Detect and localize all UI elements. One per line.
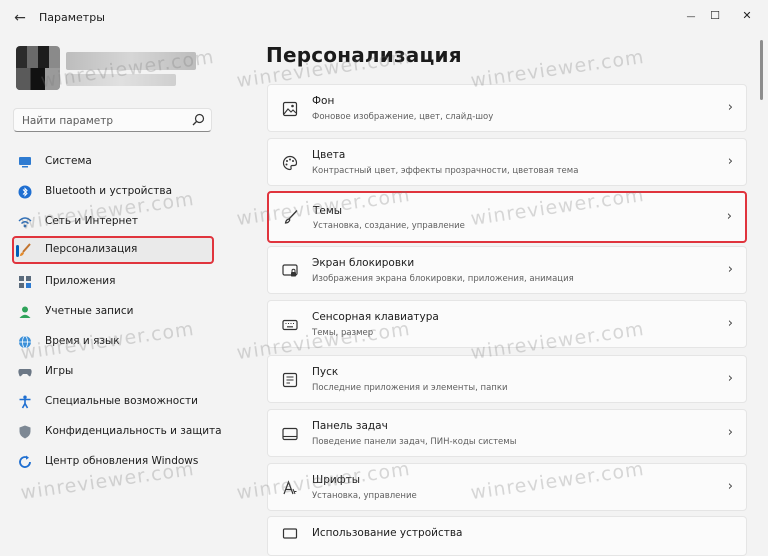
sidebar-item-personalization[interactable]: Персонализация (12, 236, 214, 264)
sidebar-item-windows-update[interactable]: Центр обновления Windows (12, 448, 214, 476)
sidebar-item-bluetooth[interactable]: Bluetooth и устройства (12, 178, 214, 206)
chevron-right-icon: › (727, 316, 733, 331)
sidebar-item-privacy[interactable]: Конфиденциальность и защита (12, 418, 222, 446)
brush-icon (284, 210, 298, 224)
avatar[interactable] (16, 46, 60, 90)
sidebar-item-label: Игры (45, 365, 74, 377)
setting-fonts[interactable]: Шрифты Установка, управление › (267, 463, 747, 511)
update-icon (19, 455, 31, 468)
close-button[interactable]: ✕ (732, 4, 762, 26)
image-icon (282, 101, 298, 117)
setting-title: Шрифты (312, 474, 361, 486)
search-box[interactable] (13, 108, 212, 132)
fonts-icon (283, 480, 297, 495)
sidebar-item-label: Конфиденциальность и защита (45, 425, 222, 437)
start-icon (282, 372, 298, 388)
setting-title: Темы (313, 205, 343, 217)
sidebar-item-system[interactable]: Система (12, 148, 214, 176)
setting-device-usage[interactable]: Использование устройства (267, 516, 747, 556)
scrollbar[interactable] (760, 40, 763, 100)
user-name-blurred (66, 52, 196, 70)
setting-subtitle: Поведение панели задач, ПИН-коды системы (312, 437, 517, 447)
device-usage-icon (282, 528, 298, 539)
brush-icon (20, 243, 31, 256)
setting-lock-screen[interactable]: Экран блокировки Изображения экрана блок… (267, 246, 747, 294)
sidebar-item-network[interactable]: Сеть и Интернет (12, 208, 214, 236)
shield-icon (19, 425, 31, 439)
setting-taskbar[interactable]: Панель задач Поведение панели задач, ПИН… (267, 409, 747, 457)
sidebar-item-label: Специальные возможности (45, 395, 198, 407)
sidebar-item-accounts[interactable]: Учетные записи (12, 298, 214, 326)
window-title: Параметры (39, 11, 105, 24)
setting-subtitle: Контрастный цвет, эффекты прозрачности, … (312, 166, 579, 176)
chevron-right-icon: › (727, 262, 733, 277)
page-title: Персонализация (266, 43, 462, 67)
search-icon[interactable] (192, 113, 205, 126)
setting-subtitle: Изображения экрана блокировки, приложени… (312, 274, 574, 284)
wifi-icon (18, 217, 32, 228)
sidebar-item-accessibility[interactable]: Специальные возможности (12, 388, 214, 416)
setting-start[interactable]: Пуск Последние приложения и элементы, па… (267, 355, 747, 403)
accessibility-icon (19, 395, 31, 409)
sidebar-item-label: Сеть и Интернет (45, 215, 138, 227)
sidebar-item-label: Персонализация (45, 243, 138, 255)
setting-subtitle: Темы, размер (312, 328, 374, 338)
taskbar-icon (282, 427, 298, 441)
keyboard-icon (282, 319, 298, 331)
chevron-right-icon: › (727, 154, 733, 169)
setting-subtitle: Установка, управление (312, 491, 417, 501)
setting-title: Экран блокировки (312, 257, 415, 269)
setting-title: Фон (312, 95, 335, 107)
setting-touch-keyboard[interactable]: Сенсорная клавиатура Темы, размер › (267, 300, 747, 348)
setting-colors[interactable]: Цвета Контрастный цвет, эффекты прозрачн… (267, 138, 747, 186)
setting-subtitle: Установка, создание, управление (313, 221, 465, 231)
setting-subtitle: Фоновое изображение, цвет, слайд-шоу (312, 112, 494, 122)
setting-title: Цвета (312, 149, 346, 161)
setting-title: Панель задач (312, 420, 388, 432)
sidebar-item-apps[interactable]: Приложения (12, 268, 214, 296)
user-icon (19, 306, 31, 318)
setting-themes[interactable]: Темы Установка, создание, управление › (267, 191, 747, 243)
back-button[interactable]: ← (10, 8, 30, 28)
sidebar-item-label: Центр обновления Windows (45, 455, 199, 467)
globe-clock-icon (19, 335, 31, 349)
apps-icon (19, 276, 31, 288)
maximize-button[interactable]: ☐ (700, 4, 730, 26)
sidebar-item-label: Bluetooth и устройства (45, 185, 172, 197)
sidebar-item-time-language[interactable]: Время и язык (12, 328, 214, 356)
palette-icon (282, 155, 298, 171)
setting-title: Использование устройства (312, 527, 463, 539)
sidebar-item-label: Система (45, 155, 92, 167)
gamepad-icon (18, 369, 32, 377)
setting-background[interactable]: Фон Фоновое изображение, цвет, слайд-шоу… (267, 84, 747, 132)
sidebar-item-label: Приложения (45, 275, 116, 287)
bluetooth-icon (18, 185, 32, 199)
title-bar: ← Параметры — ☐ ✕ (0, 0, 768, 36)
sidebar-item-gaming[interactable]: Игры (12, 358, 214, 386)
search-input[interactable] (20, 112, 184, 130)
setting-subtitle: Последние приложения и элементы, папки (312, 383, 508, 393)
chevron-right-icon: › (727, 371, 733, 386)
monitor-icon (19, 157, 31, 168)
setting-title: Сенсорная клавиатура (312, 311, 439, 323)
lock-screen-icon (282, 264, 298, 277)
chevron-right-icon: › (727, 425, 733, 440)
user-email-blurred (66, 74, 176, 86)
chevron-right-icon: › (727, 100, 733, 115)
chevron-right-icon: › (727, 479, 733, 494)
chevron-right-icon: › (726, 209, 732, 224)
sidebar-item-label: Время и язык (45, 335, 120, 347)
setting-title: Пуск (312, 366, 339, 378)
sidebar-item-label: Учетные записи (45, 305, 134, 317)
